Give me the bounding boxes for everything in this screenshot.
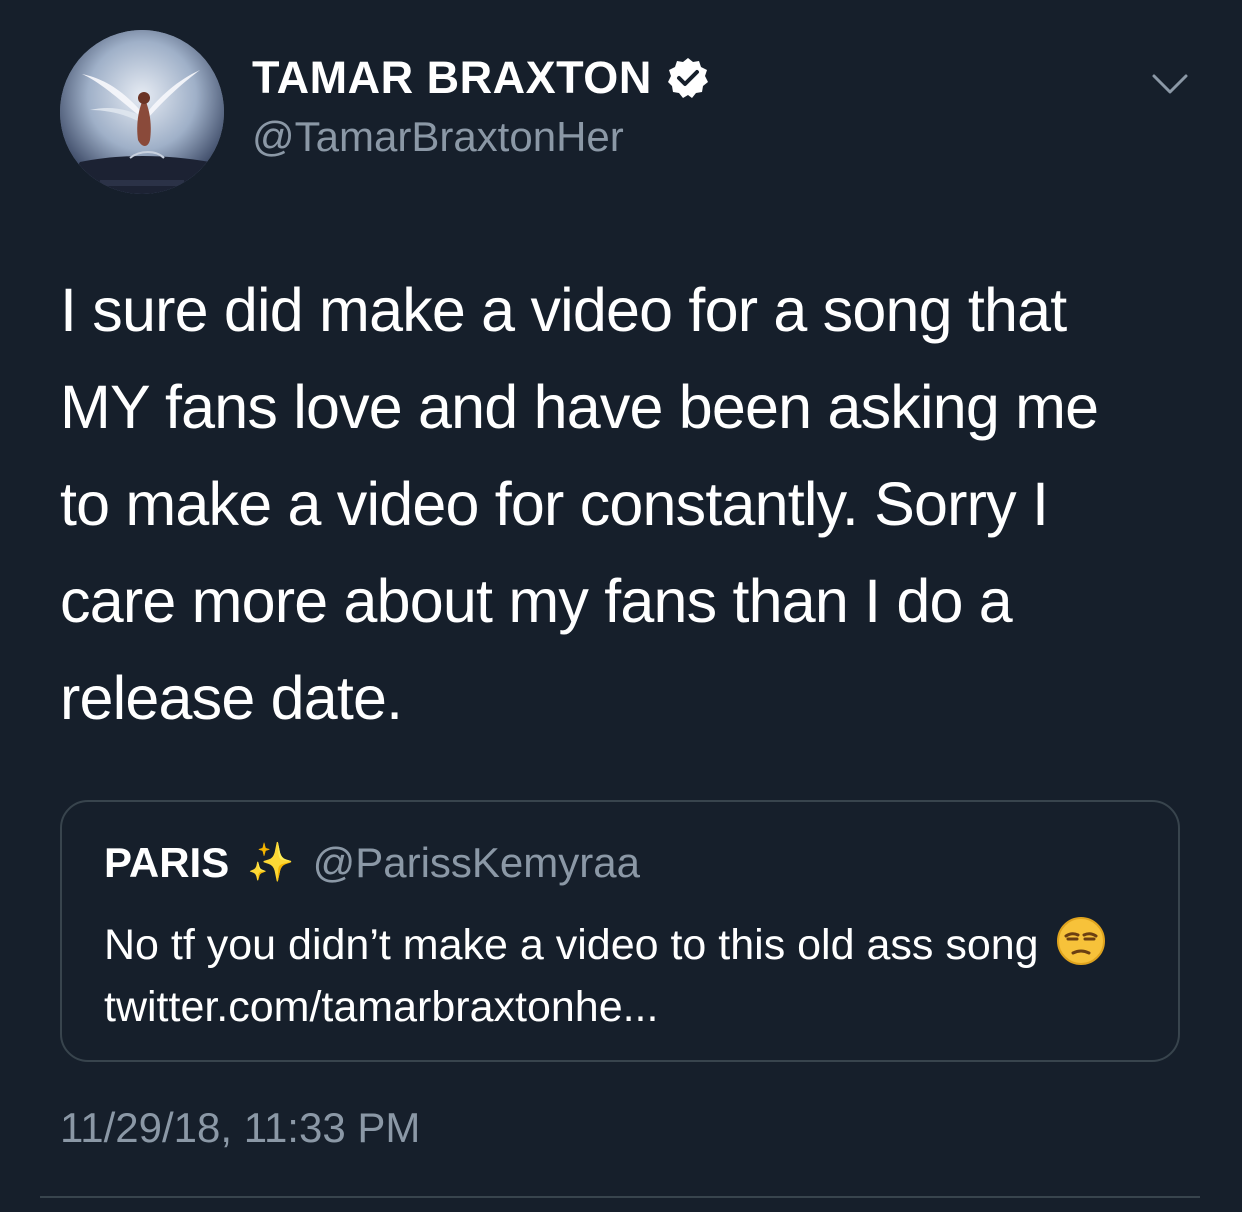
quoted-author-name: PARIS xyxy=(104,839,230,886)
chevron-down-icon[interactable] xyxy=(1150,70,1190,98)
author-display-name[interactable]: TAMAR BRAXTON xyxy=(252,52,652,104)
avatar-image xyxy=(60,30,224,194)
author-handle[interactable]: @TamarBraxtonHer xyxy=(252,112,624,162)
quoted-tweet[interactable]: PARIS ✨ @ParissKemyraa No tf you didn’t … xyxy=(60,800,1180,1062)
sparkles-icon: ✨ xyxy=(247,842,295,884)
quoted-tweet-text: No tf you didn’t make a video to this ol… xyxy=(104,914,1144,1038)
verified-badge-icon xyxy=(666,56,710,100)
quoted-tweet-link[interactable]: twitter.com/tamarbraxtonhe... xyxy=(104,983,658,1031)
tweet: TAMAR BRAXTON @TamarBraxtonHer I sure di… xyxy=(0,0,1242,1212)
quoted-author-handle: @ParissKemyraa xyxy=(312,839,640,886)
author-name-row[interactable]: TAMAR BRAXTON xyxy=(252,52,710,104)
tweet-timestamp[interactable]: 11/29/18, 11:33 PM xyxy=(60,1102,420,1154)
unamused-face-icon xyxy=(1055,915,1107,967)
divider xyxy=(40,1196,1200,1198)
quoted-tweet-header: PARIS ✨ @ParissKemyraa xyxy=(104,838,640,888)
avatar[interactable] xyxy=(60,30,224,194)
quoted-tweet-body: No tf you didn’t make a video to this ol… xyxy=(104,921,1039,969)
tweet-text: I sure did make a video for a song that … xyxy=(60,276,1099,732)
